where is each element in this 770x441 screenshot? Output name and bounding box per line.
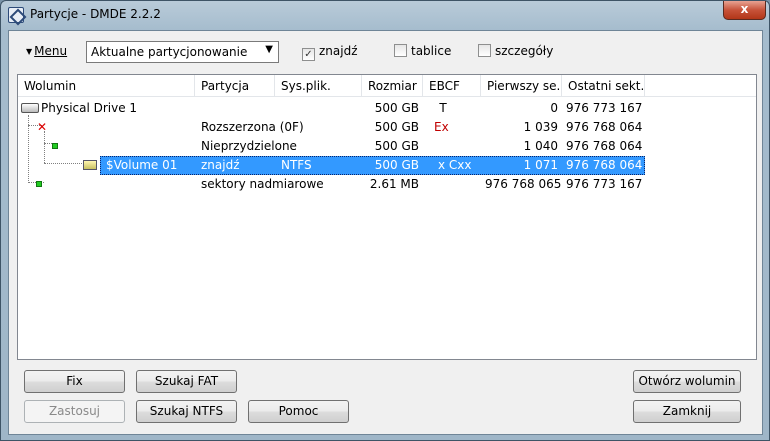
first-sector-cell: 0 <box>550 101 558 115</box>
help-button[interactable]: Pomoc <box>248 400 349 423</box>
apply-button[interactable]: Zastosuj <box>24 400 125 423</box>
unallocated-node-icon <box>52 143 58 149</box>
tables-checkbox-label: tablice <box>411 44 452 58</box>
size-cell: 500 GB <box>374 158 419 172</box>
partition-cell: znajdź <box>201 158 240 172</box>
app-icon <box>8 7 24 23</box>
table-row-selected[interactable]: $Volume 01 znajdź NTFS 500 GB x Cxx 1 07… <box>18 156 756 175</box>
title-bar[interactable]: Partycje - DMDE 2.2.2 x <box>1 1 769 29</box>
partition-cell <box>197 99 277 118</box>
dmde-partitions-window: Partycje - DMDE 2.2.2 x ▼ Menu Aktualne p… <box>0 0 770 441</box>
size-cell: 500 GB <box>374 120 419 134</box>
spare-sectors-node-icon <box>36 181 42 187</box>
size-cell: 500 GB <box>374 139 419 153</box>
chevron-down-icon: ▼ <box>265 44 273 55</box>
size-cell: 500 GB <box>374 101 419 115</box>
last-sector-cell: 976 773 167 <box>566 101 643 115</box>
fix-button[interactable]: Fix <box>24 370 125 393</box>
found-checkbox[interactable]: ✓ znajdź <box>302 44 358 61</box>
view-select[interactable]: Aktualne partycjonowanie ▼ <box>86 41 279 63</box>
details-checkbox-label: szczegóły <box>495 44 554 58</box>
last-sector-cell: 976 768 064 <box>566 120 643 134</box>
first-sector-cell: 1 040 <box>523 139 558 153</box>
partition-cell: sektory nadmiarowe <box>201 177 324 191</box>
volume-icon <box>83 160 97 170</box>
details-checkbox[interactable]: szczegóły <box>478 44 553 58</box>
first-sector-cell: 1 039 <box>523 120 558 134</box>
partitions-list[interactable]: Wolumin Partycja Sys.plik. Rozmiar EBCF … <box>17 74 757 360</box>
table-row[interactable]: sektory nadmiarowe 2.61 MB 976 768 065 9… <box>18 175 756 194</box>
volume-cell: $Volume 01 <box>106 158 178 172</box>
ebcf-cell: T <box>439 101 447 115</box>
partition-cell: Rozszerzona (0F) <box>201 120 304 134</box>
view-select-value: Aktualne partycjonowanie <box>91 45 248 59</box>
found-checkbox-label: znajdź <box>319 44 358 58</box>
last-sector-cell: 976 768 064 <box>566 139 643 153</box>
menu-label: Menu <box>34 44 68 58</box>
window-title: Partycje - DMDE 2.2.2 <box>30 7 161 21</box>
tables-checkbox[interactable]: tablice <box>394 44 451 58</box>
last-sector-cell: 976 773 167 <box>566 177 643 191</box>
extended-partition-icon: ✕ <box>36 120 48 134</box>
column-header-partition[interactable]: Partycja <box>195 75 275 97</box>
size-cell: 2.61 MB <box>369 177 419 191</box>
table-row[interactable]: ✕ Rozszerzona (0F) 500 GB Ex 1 039 976 7… <box>18 118 756 137</box>
volume-cell: Physical Drive 1 <box>41 101 138 115</box>
open-volume-button[interactable]: Otwórz wolumin <box>633 370 741 393</box>
column-header-size[interactable]: Rozmiar <box>362 75 423 97</box>
ebcf-cell: x Cxx <box>438 158 472 172</box>
first-sector-cell: 976 768 065 <box>485 177 562 191</box>
menu-button[interactable]: ▼ Menu <box>26 44 67 58</box>
last-sector-cell: 976 768 064 <box>566 158 643 172</box>
table-row[interactable]: Physical Drive 1 500 GB T 0 976 773 167 <box>18 99 756 118</box>
column-header-ebcf[interactable]: EBCF <box>423 75 481 97</box>
column-header-last-sector[interactable]: Ostatni sekt... <box>562 75 645 97</box>
search-fat-button[interactable]: Szukaj FAT <box>136 370 237 393</box>
dialog-client-area: ▼ Menu Aktualne partycjonowanie ▼ ✓ znajdź… <box>8 30 763 435</box>
ebcf-cell: Ex <box>434 120 449 134</box>
checkbox-box <box>394 44 407 57</box>
close-window-button[interactable]: x <box>723 1 766 20</box>
checkmark-icon: ✓ <box>302 48 315 61</box>
close-button[interactable]: Zamknij <box>633 400 741 423</box>
filesystem-cell <box>277 99 362 118</box>
search-ntfs-button[interactable]: Szukaj NTFS <box>136 400 237 423</box>
column-header-first-sector[interactable]: Pierwszy se... <box>481 75 562 97</box>
list-header: Wolumin Partycja Sys.plik. Rozmiar EBCF … <box>18 75 756 97</box>
filesystem-cell: NTFS <box>281 158 312 172</box>
partition-cell: Nieprzydzielone <box>201 139 297 153</box>
first-sector-cell: 1 071 <box>523 158 558 172</box>
checkbox-box <box>478 44 491 57</box>
table-row[interactable]: Nieprzydzielone 500 GB 1 040 976 768 064 <box>18 137 756 156</box>
column-header-filesystem[interactable]: Sys.plik. <box>275 75 362 97</box>
column-header-volume[interactable]: Wolumin <box>18 75 195 97</box>
menu-arrow-icon: ▼ <box>26 47 33 56</box>
